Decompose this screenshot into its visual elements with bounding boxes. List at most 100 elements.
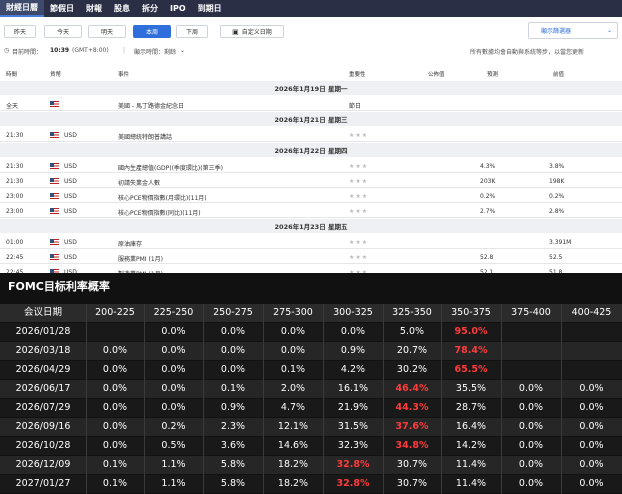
nav-tab-dividends[interactable]: 股息 (108, 0, 136, 17)
fomc-row: 2026/01/28 0.0% 0.0% 0.0% 0.0% 5.0% 95.0% (0, 323, 622, 341)
header-actual: 公佈值 (428, 72, 445, 78)
fomc-probability: 14.6% (277, 440, 309, 451)
header-importance: 重要性 (349, 72, 366, 78)
calendar-row[interactable]: 23:00 USD 核心PCE物價指數(同比)(11月) ★★★ 2.7% 2.8% (0, 204, 622, 218)
event-name[interactable]: 美國總統特朗普講話 (118, 132, 172, 141)
fomc-probability (86, 323, 144, 341)
us-flag-icon (50, 193, 59, 199)
custom-date-button[interactable]: ▣ 自定义日期 (220, 25, 284, 38)
fomc-probability: 95.0% (454, 326, 488, 337)
fomc-probability: 46.4% (395, 383, 429, 394)
event-name[interactable]: 初請失業金人數 (118, 178, 160, 187)
clock-icon: ◷ (4, 47, 10, 54)
filter-this-week-button[interactable]: 本周 (133, 25, 171, 38)
fomc-header-range: 350-375 (451, 307, 491, 318)
nav-tab-splits[interactable]: 拆分 (136, 0, 164, 17)
nav-tab-ipo[interactable]: IPO (164, 0, 192, 17)
fomc-probability: 78.4% (454, 345, 488, 356)
fomc-probability: 11.4% (455, 478, 487, 489)
event-name[interactable]: 原油庫存 (118, 239, 142, 248)
fomc-probability (501, 342, 561, 360)
column-divider (323, 304, 324, 494)
us-flag-icon (50, 254, 59, 260)
fomc-row: 2026/03/18 0.0% 0.0% 0.0% 0.0% 0.9% 20.7% 78.4% (0, 342, 622, 360)
fomc-probability: 0.0% (340, 326, 366, 337)
nav-tab-expiry[interactable]: 到期日 (192, 0, 228, 17)
fomc-probability: 44.3% (395, 402, 429, 413)
filter-dropdown[interactable]: 顯示篩選器 ⌄ (528, 22, 618, 39)
fomc-probability: 0.0% (161, 326, 186, 337)
event-name[interactable]: 美國 - 馬丁路德金紀念日 (118, 101, 184, 110)
event-name[interactable]: 核心PCE物價指數(月環比)(11月) (118, 193, 207, 202)
column-divider (144, 304, 145, 494)
calendar-row[interactable]: 21:30 USD 美國總統特朗普講話 ★★★ (0, 128, 622, 142)
fomc-probability: 0.0% (579, 440, 604, 451)
nav-tab-earnings[interactable]: 財報 (80, 0, 108, 17)
fomc-probability: 0.0% (280, 326, 306, 337)
fomc-probability: 32.8% (336, 459, 370, 470)
fomc-probability: 0.0% (518, 383, 544, 394)
nav-tab-holidays[interactable]: 節假日 (44, 0, 80, 17)
us-flag-icon (50, 208, 59, 214)
nav-tab-calendar[interactable]: 財經日曆 (0, 0, 44, 17)
previous-value: 198K (549, 178, 565, 185)
fomc-probability (561, 323, 622, 341)
fomc-probability: 0.0% (161, 383, 186, 394)
filter-next-week-button[interactable]: 下周 (176, 25, 208, 38)
fomc-probability: 1.1% (161, 478, 186, 489)
importance-stars: ★★★ (349, 254, 369, 261)
calendar-icon: ▣ (232, 27, 239, 36)
forecast-value: 4.3% (480, 163, 496, 170)
us-flag-icon (50, 239, 59, 245)
us-flag-icon (50, 132, 59, 138)
fomc-probability: 30.7% (396, 478, 428, 489)
fomc-header-range: 250-275 (213, 307, 253, 318)
calendar-row[interactable]: 23:00 USD 核心PCE物價指數(月環比)(11月) ★★★ 0.2% 0.2% (0, 189, 622, 203)
custom-date-label: 自定义日期 (241, 29, 272, 36)
column-divider (561, 304, 562, 494)
fomc-probability: 2.0% (280, 383, 306, 394)
fomc-row: 2026/09/16 0.0% 0.2% 2.3% 12.1% 31.5% 37.6% 16.… (0, 418, 622, 436)
fomc-probability: 0.0% (102, 421, 128, 432)
filter-tomorrow-button[interactable]: 明天 (88, 25, 126, 38)
fomc-probability: 30.2% (396, 364, 428, 375)
timezone-select[interactable]: (GMT+8:00) (72, 47, 109, 54)
fomc-row: 2026/12/09 0.1% 1.1% 5.8% 18.2% 32.8% 30.7% 11.… (0, 456, 622, 474)
fomc-probability: 0.0% (220, 345, 246, 356)
fomc-probability: 0.1% (220, 383, 246, 394)
fomc-probability (561, 342, 622, 360)
event-time: 21:30 (6, 178, 24, 185)
fomc-probability: 0.1% (102, 459, 128, 470)
filter-yesterday-button[interactable]: 昨天 (4, 25, 36, 38)
fomc-probability: 0.9% (220, 402, 246, 413)
calendar-row[interactable]: 全天 美國 - 馬丁路德金紀念日 節日 (0, 97, 622, 111)
fomc-probability: 0.0% (579, 383, 604, 394)
column-divider (263, 304, 264, 494)
fomc-probability: 3.6% (220, 440, 246, 451)
importance-label: 節日 (349, 103, 362, 110)
filter-today-button[interactable]: 今天 (44, 25, 82, 38)
calendar-row[interactable]: 01:00 USD 原油庫存 ★★★ 3.391M (0, 235, 622, 249)
header-previous: 前值 (553, 72, 565, 78)
fomc-probability: 0.2% (161, 421, 186, 432)
importance-stars: ★★★ (349, 193, 369, 200)
fomc-probability: 0.0% (220, 364, 246, 375)
fomc-panel: FOMC目标利率概率 会议日期 200-225 225-250 250-275 275-… (0, 273, 622, 494)
fomc-header-row: 会议日期 200-225 225-250 250-275 275-300 300-325 3… (0, 304, 622, 322)
fomc-probability: 0.1% (280, 364, 306, 375)
fomc-meeting-date: 2026/04/29 (15, 364, 71, 375)
separator: | (123, 47, 126, 54)
display-time-select[interactable]: 顯示時間：剩餘 (134, 47, 176, 56)
calendar-row[interactable]: 22:45 USD 服務業PMI (1月) ★★★ 52.8 52.5 (0, 250, 622, 264)
column-divider (86, 304, 87, 494)
fomc-header-range: 400-425 (571, 307, 612, 318)
calendar-row[interactable]: 21:30 USD 國內生產總值(GDP)(季度環比)(第三季) ★★★ 4.3% 3.8… (0, 159, 622, 173)
header-time: 時間 (6, 72, 18, 78)
fomc-probability: 5.0% (399, 326, 425, 337)
event-name[interactable]: 核心PCE物價指數(同比)(11月) (118, 208, 201, 217)
event-name[interactable]: 服務業PMI (1月) (118, 254, 163, 263)
event-name[interactable]: 國內生產總值(GDP)(季度環比)(第三季) (118, 163, 223, 172)
fomc-header-range: 300-325 (333, 307, 373, 318)
fomc-probability: 0.9% (340, 345, 366, 356)
calendar-row[interactable]: 21:30 USD 初請失業金人數 ★★★ 203K 198K (0, 174, 622, 188)
